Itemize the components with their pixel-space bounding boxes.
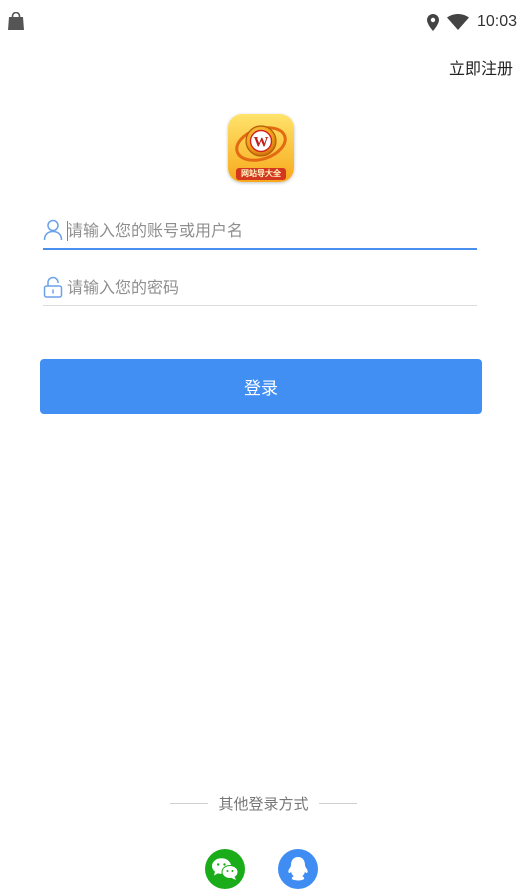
user-icon <box>43 219 63 241</box>
status-time: 10:03 <box>476 13 517 30</box>
shopping-bag-icon <box>8 12 24 30</box>
wifi-icon <box>446 14 469 30</box>
qq-login-button[interactable] <box>278 849 318 889</box>
password-input[interactable] <box>67 273 467 301</box>
qq-icon <box>288 857 308 881</box>
username-input[interactable] <box>67 216 467 244</box>
wechat-icon <box>212 858 239 880</box>
status-bar: 10:03 <box>0 0 527 46</box>
wechat-login-button[interactable] <box>205 849 245 889</box>
divider-line-right <box>318 802 357 804</box>
register-button[interactable]: 立即注册 <box>449 55 513 79</box>
login-button[interactable]: 登录 <box>40 359 482 414</box>
status-bar-right: 10:03 <box>426 12 517 32</box>
password-field <box>43 269 477 306</box>
other-login-label: 其他登录方式 <box>218 794 309 813</box>
app-logo: W 网站导大全 <box>228 114 294 182</box>
location-pin-icon <box>426 13 439 31</box>
logo-tag: 网站导大全 <box>236 168 286 180</box>
lock-icon <box>43 276 63 298</box>
other-login-divider: 其他登录方式 <box>0 791 527 815</box>
divider-line-left <box>170 802 209 804</box>
username-field <box>43 212 477 250</box>
login-screen: 10:03 立即注册 W 网站导大全 请输入您的账号或用户名 登录 其他登录方式 <box>0 0 527 891</box>
logo-letter: W <box>254 135 269 151</box>
